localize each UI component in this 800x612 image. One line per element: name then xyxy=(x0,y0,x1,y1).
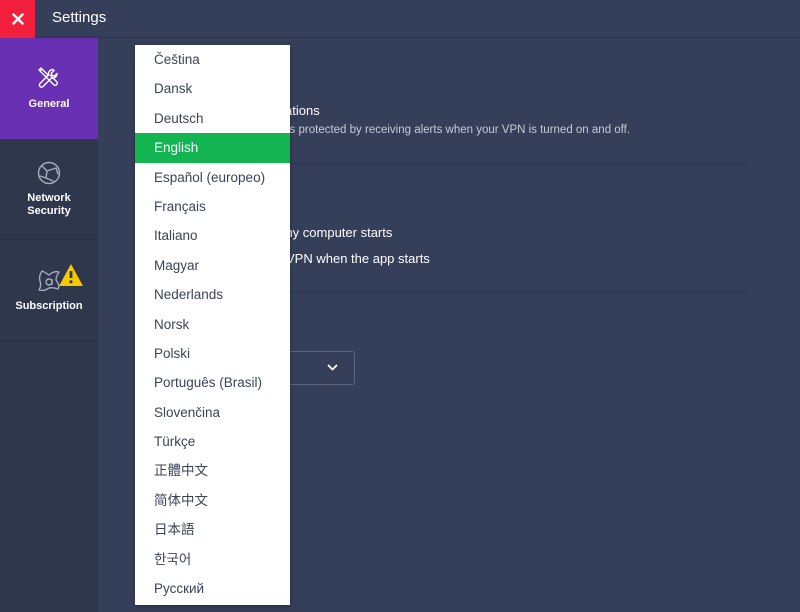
language-option[interactable]: Português (Brasil) xyxy=(135,368,290,397)
language-option[interactable]: Slovenčina xyxy=(135,398,290,427)
sidebar-item-subscription[interactable]: Subscription xyxy=(0,240,98,341)
language-option[interactable]: Deutsch xyxy=(135,104,290,133)
globe-network-icon xyxy=(37,161,61,185)
language-option[interactable]: Dansk xyxy=(135,74,290,103)
window-title: Settings xyxy=(52,9,107,26)
language-dropdown-list: Čeština Dansk Deutsch English Español (europ… xyxy=(135,45,290,605)
language-option[interactable]: Italiano xyxy=(135,221,290,250)
close-x-icon xyxy=(11,13,24,25)
language-option[interactable]: 한국어 xyxy=(135,545,290,574)
language-option[interactable]: 正體中文 xyxy=(135,456,290,485)
divider xyxy=(248,292,749,293)
language-option[interactable]: 简体中文 xyxy=(135,486,290,515)
divider xyxy=(248,163,749,164)
sidebar-item-general[interactable]: General xyxy=(0,38,98,139)
title-bar: Settings xyxy=(0,0,800,38)
close-button[interactable] xyxy=(0,0,35,38)
sidebar: General Network Security Subscription xyxy=(0,38,98,612)
warning-icon xyxy=(59,263,83,286)
language-option[interactable]: English xyxy=(135,133,290,163)
language-option[interactable]: Čeština xyxy=(135,45,290,74)
chevron-down-icon xyxy=(327,364,338,371)
language-option[interactable]: 日本語 xyxy=(135,515,290,544)
sidebar-item-label: Network Security xyxy=(27,192,71,217)
language-option[interactable]: Polski xyxy=(135,339,290,368)
language-option[interactable]: Magyar xyxy=(135,251,290,280)
startup-option-connect-on-launch[interactable]: VPN when the app starts xyxy=(286,251,430,266)
language-option[interactable]: Русский xyxy=(135,574,290,603)
notifications-description: is protected by receiving alerts when yo… xyxy=(287,124,631,136)
tools-icon xyxy=(38,67,58,88)
sidebar-item-label: General xyxy=(28,98,70,110)
sidebar-item-network-security[interactable]: Network Security xyxy=(0,139,98,240)
sidebar-item-label: Subscription xyxy=(15,299,83,312)
language-option[interactable]: Español (europeo) xyxy=(135,163,290,192)
language-option[interactable]: Français xyxy=(135,192,290,221)
language-option[interactable]: Türkçe xyxy=(135,427,290,456)
language-option[interactable]: Nederlands xyxy=(135,280,290,309)
language-option[interactable]: Norsk xyxy=(135,310,290,339)
